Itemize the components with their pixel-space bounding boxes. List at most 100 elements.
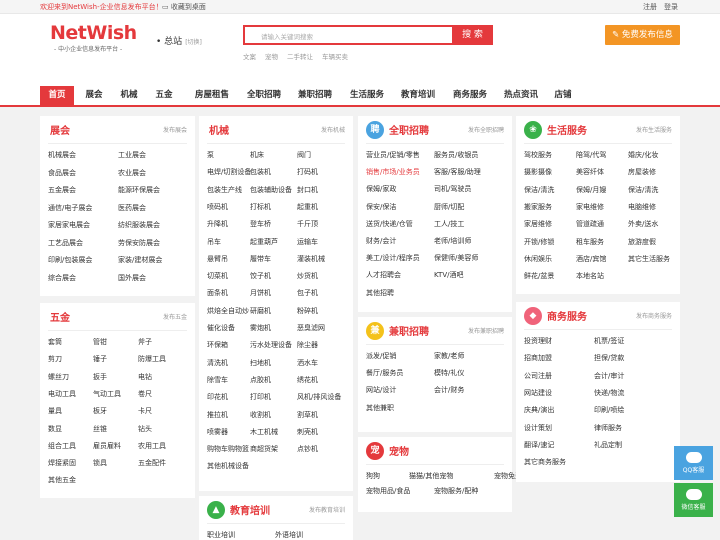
panel-title[interactable]: 宠物 — [389, 443, 409, 458]
category-link[interactable]: 机床 — [250, 150, 264, 160]
category-link[interactable]: 休闲娱乐 — [524, 254, 552, 264]
category-link[interactable]: 电焊/切割设备 — [207, 167, 251, 177]
category-link[interactable]: 洒水车 — [297, 358, 318, 368]
category-link[interactable]: 机械展会 — [48, 150, 76, 160]
category-link[interactable]: 厨师/切配 — [434, 202, 464, 212]
hot-keyword[interactable]: 车辆买卖 — [322, 53, 348, 61]
category-link[interactable]: 猫猫/其他宠物 — [409, 471, 453, 481]
category-link[interactable]: 保洁/清洗 — [628, 185, 658, 195]
station-switch-link[interactable]: [切换] — [185, 39, 202, 46]
category-link[interactable]: 保姆/家政 — [366, 184, 396, 194]
category-link[interactable]: 本地名站 — [576, 271, 604, 281]
add-to-desktop-link[interactable]: ▭ 收藏到桌面 — [162, 2, 206, 12]
category-link[interactable]: 老师/培训师 — [434, 236, 471, 246]
category-link[interactable]: 印花机 — [207, 392, 228, 402]
category-link[interactable]: 吊车 — [207, 237, 221, 247]
nav-machine[interactable]: 机械 — [113, 86, 145, 105]
nav-education[interactable]: 教育培训 — [393, 86, 443, 105]
category-link[interactable]: 租车服务 — [576, 237, 604, 247]
category-link[interactable]: 绣花机 — [297, 375, 318, 385]
category-link[interactable]: 外卖/送水 — [628, 219, 658, 229]
category-link[interactable]: 农业展会 — [118, 168, 146, 178]
nav-parttime-job[interactable]: 兼职招聘 — [290, 86, 340, 105]
category-link[interactable]: 管道疏通 — [576, 219, 604, 229]
site-logo[interactable]: NetWish — [50, 22, 137, 44]
nav-news[interactable]: 热点资讯 — [496, 86, 546, 105]
category-link[interactable]: 刺壳机 — [297, 427, 318, 437]
wechat-service-button[interactable]: 微信客服 — [674, 483, 713, 517]
category-link[interactable]: 割草机 — [297, 410, 318, 420]
category-link[interactable]: 除尘器 — [297, 340, 318, 350]
category-link[interactable]: 快递/物流 — [594, 388, 624, 398]
category-link[interactable]: 包装生产线 — [207, 185, 242, 195]
panel-title[interactable]: 全职招聘 — [389, 122, 429, 137]
category-link[interactable]: 餐厅/服务员 — [366, 368, 403, 378]
category-link[interactable]: 雇员雇料 — [93, 441, 121, 451]
category-link[interactable]: 五金配件 — [138, 458, 166, 468]
category-link[interactable]: KTV/酒吧 — [434, 270, 463, 280]
category-link[interactable]: 卡尺 — [138, 406, 152, 416]
category-link[interactable]: 卷尺 — [138, 389, 152, 399]
category-link[interactable]: 运输车 — [297, 237, 318, 247]
category-link[interactable]: 除雪车 — [207, 375, 228, 385]
category-link[interactable]: 炒货机 — [297, 271, 318, 281]
category-link[interactable]: 千斤顶 — [297, 219, 318, 229]
publish-link[interactable]: 发布全职招聘 — [468, 125, 504, 134]
category-link[interactable]: 服务员/收银员 — [434, 150, 478, 160]
category-link[interactable]: 月饼机 — [250, 288, 271, 298]
category-link[interactable]: 会计/审计 — [594, 371, 624, 381]
qq-service-button[interactable]: QQ客服 — [674, 446, 713, 480]
category-link[interactable]: 销售/市场/业务员 — [366, 167, 420, 177]
register-link[interactable]: 注册 — [643, 2, 657, 12]
category-link[interactable]: 履带车 — [250, 254, 271, 264]
category-link[interactable]: 印刷/喷绘 — [594, 405, 624, 415]
login-link[interactable]: 登录 — [664, 2, 678, 12]
category-link[interactable]: 雾炮机 — [250, 323, 271, 333]
category-link[interactable]: 电钻 — [138, 372, 152, 382]
category-link[interactable]: 美工/设计/程序员 — [366, 253, 420, 263]
panel-title[interactable]: 展会 — [50, 122, 70, 137]
category-link[interactable]: 担保/贷款 — [594, 353, 624, 363]
category-link[interactable]: 保姆/月嫂 — [576, 185, 606, 195]
category-link[interactable]: 电脑维修 — [628, 202, 656, 212]
category-link[interactable]: 收割机 — [250, 410, 271, 420]
category-link[interactable]: 搬家服务 — [524, 202, 552, 212]
category-link[interactable]: 打印机 — [250, 392, 271, 402]
category-link[interactable]: 螺丝刀 — [48, 372, 69, 382]
category-link[interactable]: 翻译/速记 — [524, 440, 554, 450]
hot-keyword[interactable]: 二手转让 — [287, 53, 313, 61]
category-link[interactable]: 通信/电子展会 — [48, 203, 92, 213]
category-link[interactable]: 包装机 — [250, 167, 271, 177]
category-link[interactable]: 五金展会 — [48, 185, 76, 195]
category-link[interactable]: 财务/会计 — [366, 236, 396, 246]
category-link[interactable]: 投资理财 — [524, 336, 552, 346]
category-link[interactable]: 旅游度假 — [628, 237, 656, 247]
category-link[interactable]: 包装辅助设备 — [250, 185, 292, 195]
category-link[interactable]: 能源环保展会 — [118, 185, 160, 195]
category-link[interactable]: 纺织服装展会 — [118, 220, 160, 230]
category-link[interactable]: 其它商务服务 — [524, 457, 566, 467]
category-link[interactable]: 切菜机 — [207, 271, 228, 281]
category-link[interactable]: 狗狗 — [366, 471, 380, 481]
category-link[interactable]: 数显 — [48, 424, 62, 434]
category-link[interactable]: 防爆工具 — [138, 354, 166, 364]
publish-link[interactable]: 发布展会 — [163, 125, 187, 134]
category-link[interactable]: 设计策划 — [524, 423, 552, 433]
category-link[interactable]: 招商加盟 — [524, 353, 552, 363]
category-link[interactable]: 锁具 — [93, 458, 107, 468]
category-link[interactable]: 扫地机 — [250, 358, 271, 368]
category-link[interactable]: 派发/促销 — [366, 351, 396, 361]
nav-hardware[interactable]: 五金 — [148, 86, 180, 105]
category-link[interactable]: 管钳 — [93, 337, 107, 347]
category-link[interactable]: 驾校服务 — [524, 150, 552, 160]
category-link[interactable]: 房屋装修 — [628, 167, 656, 177]
category-link[interactable]: 家教/老师 — [434, 351, 464, 361]
category-link[interactable]: 家电维修 — [576, 202, 604, 212]
nav-shops[interactable]: 店铺 — [547, 86, 579, 105]
category-link[interactable]: 阀门 — [297, 150, 311, 160]
category-link[interactable]: 购物车购物篮 — [207, 444, 249, 454]
nav-business[interactable]: 商务服务 — [445, 86, 495, 105]
category-link[interactable]: 点钞机 — [297, 444, 318, 454]
category-link[interactable]: 陪驾/代驾 — [576, 150, 606, 160]
category-link[interactable]: 国外展会 — [118, 273, 146, 283]
